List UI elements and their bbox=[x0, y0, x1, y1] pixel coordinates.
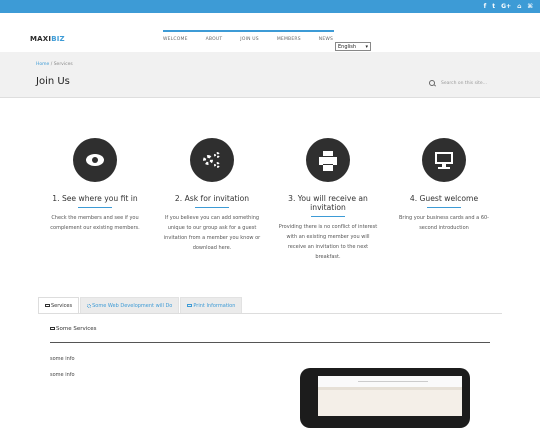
step-1-divider bbox=[78, 207, 112, 208]
step-1-title: 1. See where you fit in bbox=[52, 194, 138, 203]
section-divider bbox=[50, 342, 490, 343]
step-4-circle bbox=[422, 138, 466, 182]
step-2: 2. Ask for invitation If you believe you… bbox=[162, 138, 262, 253]
tablet-screen-nav bbox=[358, 381, 428, 382]
gear-small-icon bbox=[214, 162, 220, 168]
nav-item-join-us[interactable]: JOIN US bbox=[240, 37, 259, 42]
step-4-title: 4. Guest welcome bbox=[409, 194, 479, 203]
section-heading: Some Services bbox=[50, 326, 97, 332]
search-icon bbox=[429, 80, 435, 86]
github-icon[interactable]: ⌂ bbox=[517, 2, 521, 11]
search-input[interactable]: Search on this site... bbox=[441, 81, 487, 86]
eye-icon bbox=[86, 154, 104, 166]
laptop-icon bbox=[50, 327, 55, 330]
desktop-icon bbox=[435, 152, 453, 164]
chevron-down-icon: ▾ bbox=[365, 44, 368, 50]
step-2-divider bbox=[195, 207, 229, 208]
facebook-icon[interactable]: f bbox=[484, 2, 487, 11]
step-4-divider bbox=[427, 207, 461, 208]
step-2-title: 2. Ask for invitation bbox=[174, 194, 250, 203]
step-2-text: If you believe you can add something uni… bbox=[163, 215, 261, 251]
step-3: 3. You will receive an invitation Provid… bbox=[278, 138, 378, 262]
info-text: some info bbox=[50, 372, 75, 378]
step-1-text: Check the members and see if you complem… bbox=[50, 215, 140, 231]
step-3-text: Providing there is no conflict of intere… bbox=[278, 224, 378, 260]
nav-item-news[interactable]: NEWS bbox=[319, 37, 333, 42]
tab-services-label: Services bbox=[51, 303, 73, 309]
step-3-title: 3. You will receive an invitation bbox=[288, 194, 368, 212]
tab-services[interactable]: Services bbox=[38, 297, 80, 313]
nav-item-about[interactable]: ABOUT bbox=[206, 37, 223, 42]
step-3-divider bbox=[311, 216, 345, 217]
breadcrumb: Home / Services bbox=[36, 62, 73, 67]
tab-divider bbox=[38, 313, 502, 314]
step-2-circle bbox=[190, 138, 234, 182]
logo-accent: BIZ bbox=[51, 35, 65, 43]
main-nav: WELCOME ABOUT JOIN US MEMBERS NEWS bbox=[163, 37, 351, 42]
step-1-circle bbox=[73, 138, 117, 182]
tablet-screen bbox=[318, 376, 462, 416]
language-value: English bbox=[338, 44, 357, 50]
desktop-icon-base bbox=[438, 167, 450, 169]
logo-main: MAXI bbox=[30, 35, 52, 43]
nav-accent-line bbox=[163, 30, 334, 32]
page-title: Join Us bbox=[36, 76, 70, 87]
page-title-band: Home / Services Join Us Search on this s… bbox=[0, 52, 540, 98]
nav-item-welcome[interactable]: WELCOME bbox=[163, 37, 188, 42]
social-links: f t G+ ⌂ ⌘ bbox=[484, 2, 533, 11]
info-text: some info bbox=[50, 356, 75, 362]
step-4: 4. Guest welcome Bring your business car… bbox=[394, 138, 494, 233]
tab-web-development-label: Some Web Development will Do bbox=[92, 303, 173, 309]
step-3-circle bbox=[306, 138, 350, 182]
tab-print-information[interactable]: Print Information bbox=[180, 297, 243, 313]
tab-print-information-label: Print Information bbox=[193, 303, 236, 309]
breadcrumb-current: Services bbox=[53, 62, 73, 67]
step-1: 1. See where you fit in Check the member… bbox=[45, 138, 145, 233]
tab-bar: Services Some Web Development will Do Pr… bbox=[38, 297, 243, 313]
twitter-icon[interactable]: t bbox=[492, 2, 495, 11]
step-4-text: Bring your business cards and a 60-secon… bbox=[399, 215, 489, 231]
language-select[interactable]: English ▾ bbox=[335, 42, 371, 51]
gear-small-icon bbox=[214, 152, 220, 158]
nav-item-members[interactable]: MEMBERS bbox=[277, 37, 301, 42]
site-logo[interactable]: MAXIBIZ bbox=[30, 35, 65, 43]
rss-icon[interactable]: ⌘ bbox=[527, 2, 533, 11]
cogs-icon bbox=[87, 303, 92, 308]
tab-web-development[interactable]: Some Web Development will Do bbox=[80, 297, 180, 313]
laptop-icon bbox=[45, 304, 50, 307]
print-icon bbox=[323, 151, 333, 156]
breadcrumb-home[interactable]: Home bbox=[36, 62, 49, 67]
print-icon bbox=[187, 304, 193, 307]
gears-icon bbox=[203, 155, 213, 165]
tablet-screen-body bbox=[318, 390, 462, 416]
site-header: MAXIBIZ English ▾ bbox=[0, 13, 540, 52]
breadcrumb-separator: / bbox=[50, 62, 53, 67]
top-bar: f t G+ ⌂ ⌘ bbox=[0, 0, 540, 13]
search-box[interactable]: Search on this site... bbox=[429, 80, 487, 86]
google-plus-icon[interactable]: G+ bbox=[501, 2, 511, 11]
print-icon-paper bbox=[323, 164, 333, 171]
section-heading-label: Some Services bbox=[56, 326, 97, 332]
